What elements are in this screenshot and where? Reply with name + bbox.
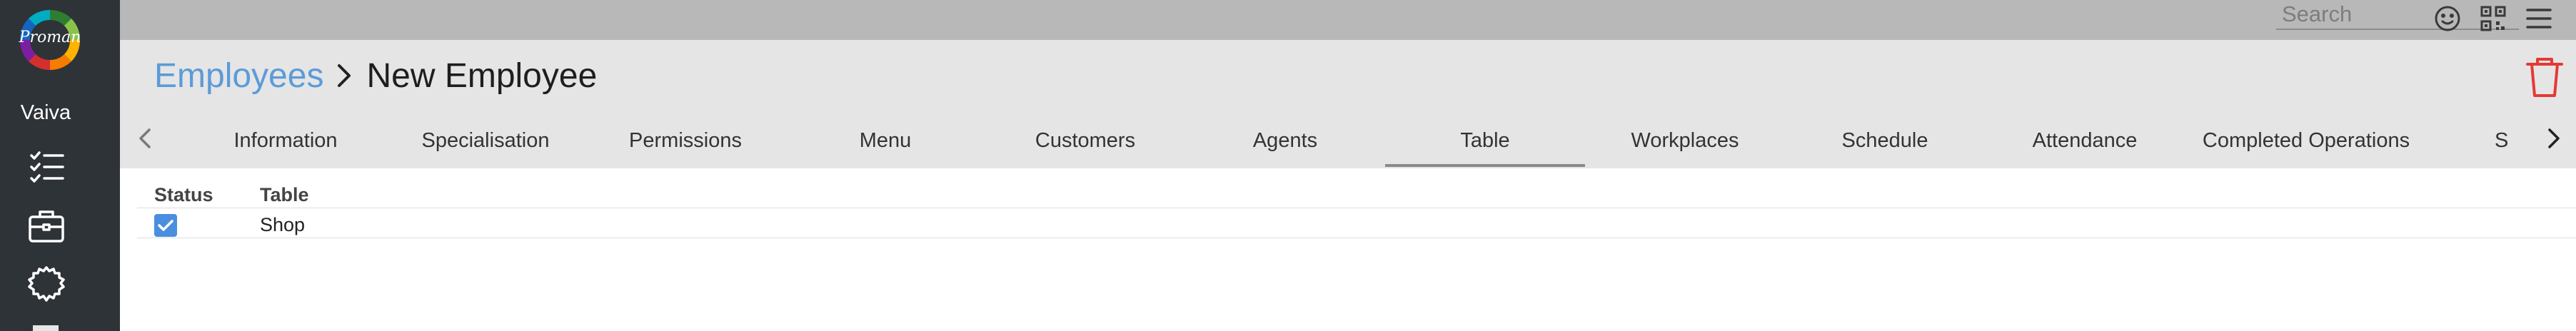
page-header: Employees New Employee Information Speci…	[120, 40, 2576, 168]
tabs-scroll-left-button[interactable]	[129, 116, 163, 161]
table-cell-table: Shop	[260, 214, 306, 235]
user-name[interactable]: Vaiva	[0, 101, 91, 125]
tab-partial[interactable]: S	[2495, 114, 2516, 167]
delete-trash-icon[interactable]	[2522, 54, 2567, 100]
logo-text: Proman	[19, 29, 81, 46]
sidebar-item-partial	[33, 325, 59, 331]
table-panel: Status Table Shop	[120, 168, 2576, 331]
table-header: Status Table	[137, 183, 2576, 208]
tabs-scroll-right-button[interactable]	[2536, 116, 2570, 161]
tab-customers[interactable]: Customers	[985, 114, 1185, 167]
chevron-right-icon	[338, 64, 351, 87]
tab-menu[interactable]: Menu	[785, 114, 985, 167]
left-sidebar: Proman Vaiva	[0, 0, 120, 331]
checklist-icon[interactable]	[26, 147, 67, 188]
menu-icon[interactable]	[2522, 1, 2556, 36]
column-header-table[interactable]: Table	[260, 184, 309, 206]
page-title: New Employee	[366, 56, 598, 95]
gear-icon[interactable]	[26, 264, 67, 305]
chevron-left-icon	[139, 128, 151, 148]
top-bar	[120, 0, 2576, 40]
tab-bar: Information Specialisation Permissions M…	[186, 114, 2527, 167]
tab-attendance[interactable]: Attendance	[1985, 114, 2185, 167]
qr-code-icon[interactable]	[2476, 1, 2510, 36]
status-checkbox[interactable]	[154, 214, 177, 237]
proman-logo[interactable]: Proman	[14, 4, 86, 76]
briefcase-icon[interactable]	[26, 205, 67, 247]
breadcrumb-employees-link[interactable]: Employees	[154, 56, 323, 96]
breadcrumb: Employees New Employee	[154, 54, 597, 97]
tab-agents[interactable]: Agents	[1185, 114, 1385, 167]
tab-specialisation[interactable]: Specialisation	[386, 114, 585, 167]
chevron-right-icon	[2548, 128, 2560, 148]
table-row[interactable]: Shop	[137, 210, 2576, 238]
tab-information[interactable]: Information	[186, 114, 386, 167]
tab-permissions[interactable]: Permissions	[585, 114, 785, 167]
smiley-icon[interactable]	[2430, 1, 2465, 36]
tab-schedule[interactable]: Schedule	[1785, 114, 1985, 167]
column-header-status[interactable]: Status	[154, 184, 213, 206]
checkmark-icon	[158, 220, 173, 231]
tab-completed-operations[interactable]: Completed Operations	[2185, 114, 2427, 167]
tab-workplaces[interactable]: Workplaces	[1585, 114, 1785, 167]
tab-table[interactable]: Table	[1385, 114, 1585, 167]
